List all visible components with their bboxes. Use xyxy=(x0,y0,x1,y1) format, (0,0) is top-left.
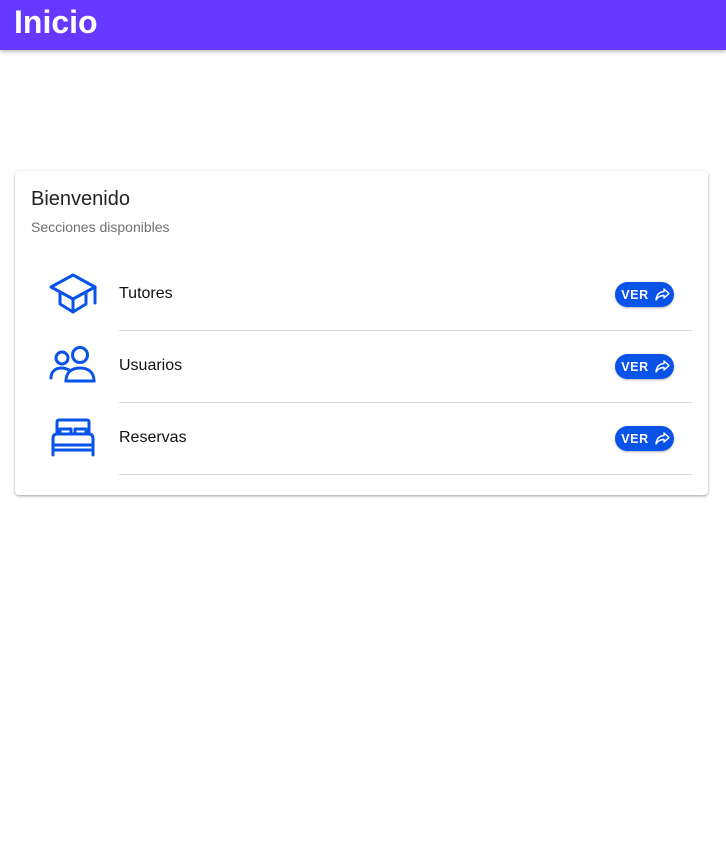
app-bar: Inicio xyxy=(0,0,726,50)
ver-usuarios-button[interactable]: VER xyxy=(615,354,674,379)
graduation-cap-icon xyxy=(48,271,98,317)
share-arrow-icon xyxy=(655,360,670,373)
list-item-usuarios: Usuarios VER xyxy=(15,331,708,403)
item-label: Usuarios xyxy=(119,357,183,374)
card-subtitle: Secciones disponibles xyxy=(31,219,170,235)
users-icon xyxy=(48,343,98,389)
share-arrow-icon xyxy=(655,432,670,445)
button-label: VER xyxy=(621,359,649,374)
divider xyxy=(119,474,692,475)
ver-tutores-button[interactable]: VER xyxy=(615,282,674,307)
item-label: Tutores xyxy=(119,285,173,302)
button-label: VER xyxy=(621,287,649,302)
sections-list: Tutores VER Usuarios VER Reservas VER xyxy=(15,259,708,475)
button-label: VER xyxy=(621,431,649,446)
share-arrow-icon xyxy=(655,288,670,301)
ver-reservas-button[interactable]: VER xyxy=(615,426,674,451)
item-label: Reservas xyxy=(119,429,187,446)
list-item-reservas: Reservas VER xyxy=(15,403,708,475)
card-title: Bienvenido xyxy=(31,188,130,210)
page-title: Inicio xyxy=(14,4,98,40)
list-item-tutores: Tutores VER xyxy=(15,259,708,331)
bed-icon xyxy=(48,415,98,461)
welcome-card: Bienvenido Secciones disponibles Tutores… xyxy=(15,171,708,495)
